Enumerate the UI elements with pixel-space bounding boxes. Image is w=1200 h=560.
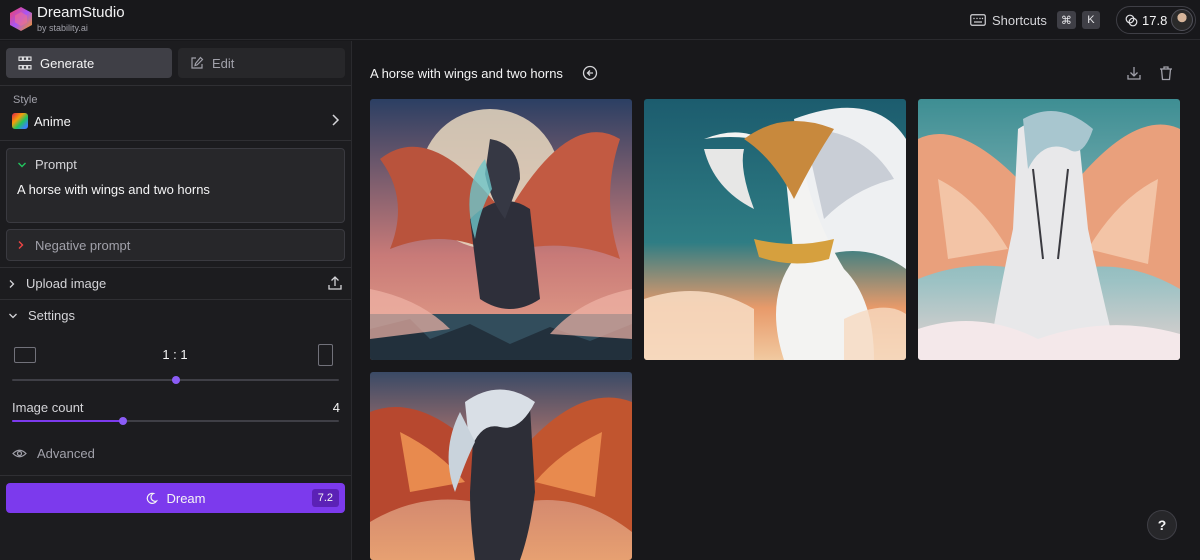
aspect-ratio-slider[interactable] [12, 376, 339, 384]
aspect-ratio-slider-thumb[interactable] [171, 376, 180, 384]
top-bar: DreamStudio by stability.ai Shortcuts ⌘ … [0, 0, 1200, 40]
generated-image-1[interactable] [370, 99, 632, 360]
divider [0, 85, 351, 86]
chevron-down-icon [18, 162, 26, 167]
aspect-ratio-value: 1 : 1 [162, 347, 188, 362]
credits-value: 17.8 [1142, 12, 1168, 28]
landscape-aspect-icon[interactable] [14, 347, 36, 363]
chevron-down-icon [9, 313, 17, 318]
keyboard-icon [970, 14, 986, 26]
divider [0, 267, 351, 268]
chevron-right-icon [18, 241, 24, 249]
eye-icon [12, 449, 27, 458]
moon-icon [147, 492, 159, 504]
prompt-panel[interactable]: Prompt A horse with wings and two horns [6, 148, 345, 223]
image-count-slider-fill [12, 420, 124, 422]
dreamstudio-logo-icon[interactable] [8, 6, 34, 32]
divider [0, 140, 351, 141]
shortcut-key-cmd: ⌘ [1056, 11, 1076, 29]
prompt-header[interactable]: Prompt [17, 157, 77, 172]
divider [0, 299, 351, 300]
gallery-title: A horse with wings and two horns [370, 66, 563, 81]
generated-image-3[interactable] [918, 99, 1180, 360]
advanced-toggle[interactable]: Advanced [12, 446, 95, 461]
reuse-prompt-icon[interactable] [582, 65, 598, 81]
upload-image-row[interactable]: Upload image [8, 276, 106, 291]
image-count-slider[interactable] [12, 417, 339, 425]
negative-prompt-panel[interactable]: Negative prompt [6, 229, 345, 261]
style-thumbnail [12, 113, 28, 129]
style-value: Anime [34, 113, 71, 129]
portrait-aspect-icon[interactable] [318, 344, 333, 366]
trash-icon[interactable] [1158, 65, 1174, 81]
gallery-area: A horse with wings and two horns ? [353, 41, 1200, 560]
generated-image-4[interactable] [370, 372, 632, 560]
coins-icon [1125, 14, 1138, 26]
chevron-right-icon [9, 279, 15, 288]
upload-image-label: Upload image [26, 276, 107, 291]
dream-cost-badge: 7.2 [311, 489, 339, 507]
image-count-label: Image count [12, 400, 84, 415]
divider [0, 475, 351, 476]
credits-badge[interactable]: 17.8 [1116, 6, 1196, 34]
dream-button[interactable]: Dream 7.2 [6, 483, 345, 513]
prompt-label: Prompt [35, 157, 77, 172]
settings-label: Settings [28, 308, 75, 323]
help-button[interactable]: ? [1147, 510, 1177, 540]
sidebar: Generate Edit Style Anime Prompt A horse… [0, 41, 352, 560]
tab-generate-label: Generate [40, 55, 95, 71]
generated-image-2[interactable] [644, 99, 906, 360]
tab-edit[interactable]: Edit [178, 48, 345, 78]
style-selector[interactable]: Anime [12, 111, 340, 131]
shortcuts-button[interactable]: Shortcuts ⌘ K [970, 8, 1100, 32]
edit-icon [191, 56, 204, 69]
tab-generate[interactable]: Generate [6, 48, 172, 78]
avatar[interactable] [1171, 9, 1193, 31]
download-icon[interactable] [1126, 65, 1142, 81]
app-subtitle: by stability.ai [37, 23, 88, 33]
image-count-value: 4 [332, 400, 340, 415]
shortcut-key-k: K [1081, 11, 1100, 29]
style-label: Style [13, 94, 38, 106]
image-count-slider-thumb[interactable] [119, 417, 128, 425]
advanced-label: Advanced [37, 446, 95, 461]
chevron-right-icon [332, 114, 340, 126]
grid-icon [18, 56, 32, 70]
app-name: DreamStudio [37, 4, 125, 21]
tab-edit-label: Edit [212, 55, 235, 71]
negative-prompt-label: Negative prompt [35, 237, 131, 253]
shortcuts-label: Shortcuts [992, 12, 1047, 28]
upload-icon[interactable] [327, 275, 343, 291]
prompt-input[interactable]: A horse with wings and two horns [17, 182, 210, 197]
dream-label: Dream [166, 490, 206, 506]
settings-header[interactable]: Settings [8, 308, 75, 323]
